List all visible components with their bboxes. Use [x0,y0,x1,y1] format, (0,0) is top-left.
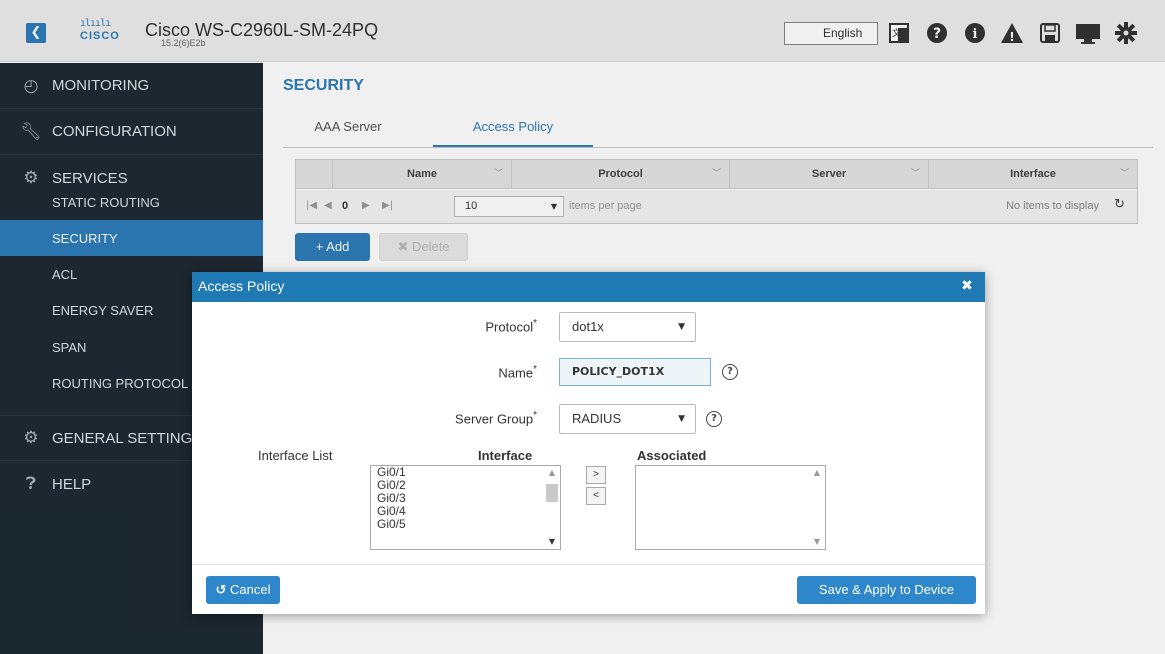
server-group-label: Server Group* [422,410,537,426]
close-icon[interactable]: ✖ [959,278,975,294]
server-group-label-text: Server Group [455,411,534,427]
scrollbar-thumb[interactable] [546,484,558,502]
question-circle-icon[interactable]: ? [722,364,738,380]
interface-list-label: Interface List [258,448,333,463]
dialog-title: Access Policy [198,278,285,294]
associated-scrollbar[interactable]: ▲ ▼ [809,466,825,549]
interface-listbox[interactable]: Gi0/1 Gi0/2 Gi0/3 Gi0/4 Gi0/5 ▲ ▼ [370,465,561,550]
name-label: Name* [422,364,537,380]
dropdown-arrow-icon: ▼ [678,322,685,332]
protocol-label-text: Protocol [485,319,534,335]
dialog-header: Access Policy ✖ [192,272,985,302]
dropdown-arrow-icon: ▼ [678,414,685,424]
access-policy-dialog: Access Policy ✖ Protocol* dot1x ▼ Name* … [192,272,985,614]
server-group-select[interactable]: RADIUS ▼ [559,404,696,434]
cancel-button-label: Cancel [230,582,271,597]
required-mark: * [533,364,537,375]
name-label-text: Name [498,365,534,381]
move-right-button[interactable]: > [586,466,606,484]
required-mark: * [533,318,537,329]
server-group-value: RADIUS [572,411,622,426]
name-input[interactable]: POLICY_DOT1X [559,358,711,386]
interface-column-header: Interface [478,448,533,463]
scroll-down-icon[interactable]: ▼ [809,535,825,549]
move-left-button[interactable]: < [586,487,606,505]
scroll-down-icon[interactable]: ▼ [544,535,560,549]
scroll-up-icon[interactable]: ▲ [544,466,560,480]
associated-column-header: Associated [637,448,707,463]
dialog-footer: ↺ Cancel Save & Apply to Device [192,564,985,614]
interface-scrollbar[interactable]: ▲ ▼ [544,466,560,549]
protocol-select[interactable]: dot1x ▼ [559,312,696,342]
question-circle-icon[interactable]: ? [706,411,722,427]
undo-icon: ↺ [215,583,227,598]
save-apply-button[interactable]: Save & Apply to Device [797,576,976,604]
protocol-label: Protocol* [422,318,537,334]
list-item[interactable]: Gi0/5 [371,518,560,531]
required-mark: * [533,410,537,421]
scroll-up-icon[interactable]: ▲ [809,466,825,480]
associated-listbox[interactable]: ▲ ▼ [635,465,826,550]
cancel-button[interactable]: ↺ Cancel [206,576,280,604]
protocol-value: dot1x [572,319,604,334]
